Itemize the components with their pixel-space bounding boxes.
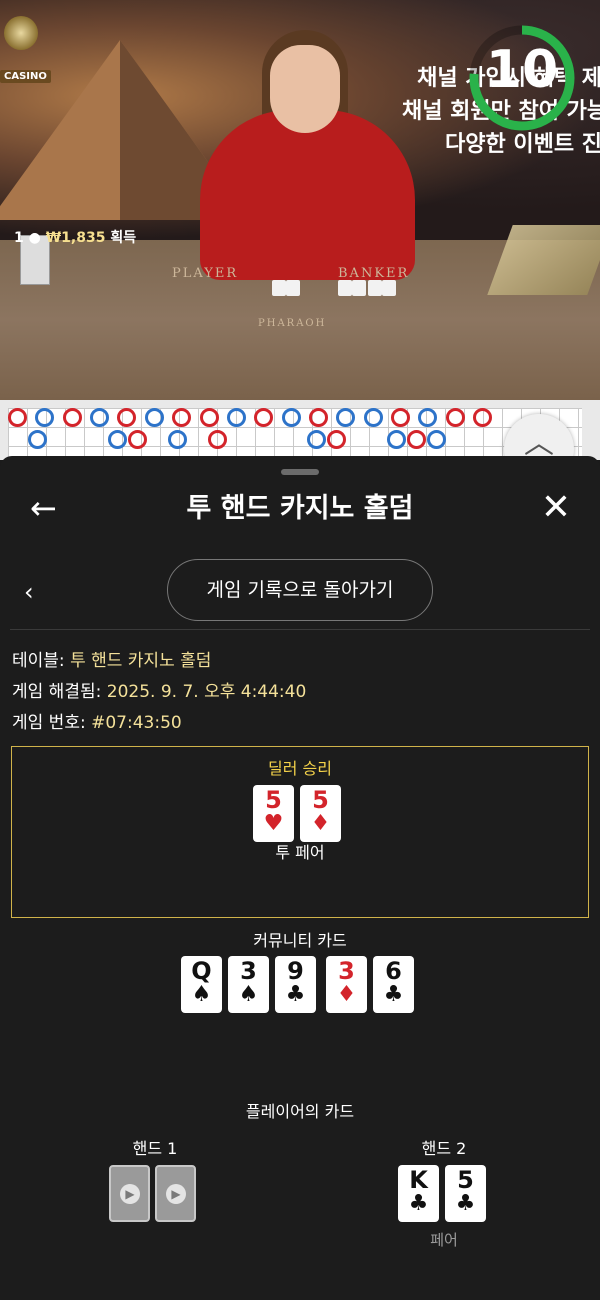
table-card <box>272 280 286 296</box>
dealer-result-box: 딜러 승리 5 ♥ 5 ♦ 투 페어 <box>11 746 589 918</box>
dealer-hand-name: 투 페어 <box>275 843 325 862</box>
dealer-figure <box>200 110 415 280</box>
casino-logo-icon <box>4 16 38 50</box>
roadmap-bead <box>199 408 219 427</box>
winner-amount: ₩1,835 <box>45 230 106 246</box>
drag-handle[interactable] <box>281 469 319 475</box>
roadmap-bead <box>307 430 327 449</box>
chevron-up-icon: ︿ <box>524 426 554 460</box>
community-card: 9 ♣ <box>275 956 316 1013</box>
roadmap-bead <box>62 408 82 427</box>
winner-badge: 1 ● ₩1,835 획득 <box>14 227 136 247</box>
roadmap-bead <box>336 408 356 427</box>
chevron-left-icon: ‹ <box>24 578 34 606</box>
casino-logo: CASINO <box>0 10 51 85</box>
winner-suffix: 획득 <box>110 230 137 246</box>
back-to-history-button[interactable]: 게임 기록으로 돌아가기 <box>167 559 433 621</box>
player-card: K ♣ <box>398 1165 439 1222</box>
hand-2-label: 핸드 2 <box>421 1139 467 1158</box>
hand-2-result: 페어 <box>430 1231 458 1249</box>
roadmap-bead <box>117 408 137 427</box>
table-banker-label: BANKER <box>338 266 410 281</box>
roadmap-bead <box>407 430 426 449</box>
roadmap-bead <box>363 408 383 427</box>
table-card <box>382 280 396 296</box>
game-number-value: #07:43:50 <box>91 713 182 733</box>
roadmap-bead <box>144 408 164 427</box>
resolved-info-value: 2025. 9. 7. 오후 4:44:40 <box>106 682 307 702</box>
roadmap-bead <box>226 408 246 427</box>
table-card <box>352 280 366 296</box>
resolved-info: 게임 해결됨: 2025. 9. 7. 오후 4:44:40 <box>12 677 306 702</box>
divider <box>10 629 590 630</box>
table-player-label: PLAYER <box>172 266 239 281</box>
play-icon: ▶ <box>166 1184 186 1204</box>
community-card: 3 ♠ <box>228 956 269 1013</box>
roadmap-strip[interactable]: ︿ <box>0 400 600 460</box>
casino-logo-text: CASINO <box>0 70 51 83</box>
table-info: 테이블: 투 핸드 카지노 홀덤 <box>12 646 211 671</box>
hand-1-label: 핸드 1 <box>132 1139 178 1158</box>
roadmap-bead <box>167 430 187 449</box>
play-icon: ▶ <box>120 1184 140 1204</box>
roadmap-bead <box>172 408 192 427</box>
roadmap-bead <box>327 430 347 449</box>
close-icon: ✕ <box>540 487 572 528</box>
roadmap-bead <box>418 408 438 427</box>
roadmap-bead <box>27 430 47 449</box>
community-card: 6 ♣ <box>373 956 414 1013</box>
game-number-info: 게임 번호: #07:43:50 <box>12 708 182 733</box>
roadmap-bead <box>8 408 27 427</box>
resolved-info-label: 게임 해결됨: <box>12 682 102 702</box>
roadmap-bead <box>426 430 446 449</box>
roadmap-bead <box>308 408 328 427</box>
roadmap-grid <box>8 408 582 460</box>
roadmap-bead <box>127 430 147 449</box>
previous-button[interactable]: ‹ <box>24 578 44 608</box>
table-logo-label: PHARAOH <box>258 318 327 329</box>
live-video: PLAYER BANKER PHARAOH CASINO 1 ● ₩1,835 … <box>0 0 600 400</box>
panel-title: 투 핸드 카지노 홀덤 <box>186 493 414 524</box>
roadmap-bead <box>387 430 407 449</box>
table-info-value: 투 핸드 카지노 홀덤 <box>70 651 212 671</box>
facedown-card: ▶ <box>109 1165 150 1222</box>
roadmap-bead <box>107 430 127 449</box>
roadmap-bead <box>35 408 55 427</box>
countdown-timer: 10 <box>466 22 578 134</box>
dealer-head <box>270 45 340 133</box>
game-detail-panel: ← 투 핸드 카지노 홀덤 ✕ ‹ 게임 기록으로 돌아가기 테이블: 투 핸드… <box>0 456 600 1300</box>
timer-value: 10 <box>485 40 559 100</box>
player-card: 5 ♣ <box>445 1165 486 1222</box>
community-card: Q ♠ <box>181 956 222 1013</box>
player-cards-label: 플레이어의 카드 <box>245 1102 355 1121</box>
roadmap-bead <box>281 408 301 427</box>
roadmap-bead <box>391 408 411 427</box>
game-number-label: 게임 번호: <box>12 713 86 733</box>
community-cards-label: 커뮤니티 카드 <box>253 931 347 950</box>
roadmap-bead <box>473 408 493 427</box>
dealer-card: 5 ♥ <box>253 785 294 842</box>
table-card <box>286 280 300 296</box>
close-button[interactable]: ✕ <box>538 488 574 528</box>
table-info-label: 테이블: <box>12 651 65 671</box>
table-card <box>338 280 352 296</box>
dealer-card: 5 ♦ <box>300 785 341 842</box>
roadmap-bead <box>207 430 227 449</box>
roadmap-bead <box>254 408 274 427</box>
winner-count: 1 <box>14 230 24 246</box>
dealer-result: 딜러 승리 <box>268 759 332 778</box>
table-card <box>368 280 382 296</box>
facedown-card: ▶ <box>155 1165 196 1222</box>
user-icon: ● <box>28 230 41 246</box>
roadmap-bead <box>90 408 110 427</box>
roadmap-bead <box>445 408 465 427</box>
community-card: 3 ♦ <box>326 956 367 1013</box>
